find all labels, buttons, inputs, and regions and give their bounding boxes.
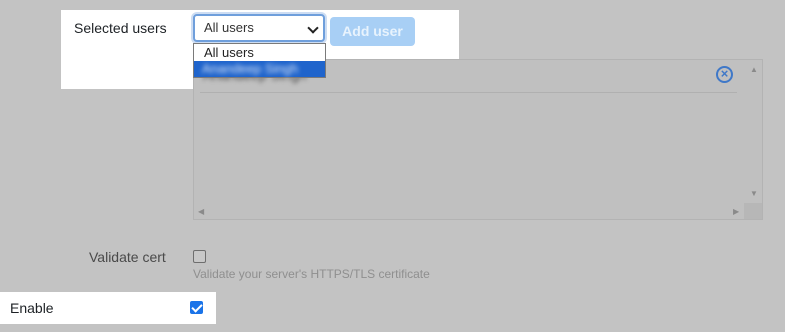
checkmark-icon [191,301,203,313]
user-select[interactable]: All users [193,14,325,42]
enable-checkbox[interactable] [190,301,203,314]
selected-users-label: Selected users [74,20,167,36]
add-user-button[interactable]: Add user [330,17,415,46]
scroll-up-arrow-icon[interactable]: ▲ [750,66,758,74]
dropdown-option-all-users[interactable]: All users [194,44,325,61]
scroll-right-arrow-icon[interactable]: ▶ [733,208,739,216]
dropdown-option-user-label: Anandeep Singh [202,61,299,76]
scrollbar-corner [744,203,762,219]
chevron-down-icon [307,22,319,34]
validate-cert-label: Validate cert [89,249,166,265]
validate-cert-help-text: Validate your server's HTTPS/TLS certifi… [193,267,430,281]
remove-circle-icon[interactable]: × [716,66,733,83]
validate-cert-checkbox[interactable] [193,250,206,263]
enable-label: Enable [10,300,54,316]
scroll-down-arrow-icon[interactable]: ▼ [750,190,758,198]
scroll-left-arrow-icon[interactable]: ◀ [198,208,204,216]
user-select-value: All users [204,20,254,35]
